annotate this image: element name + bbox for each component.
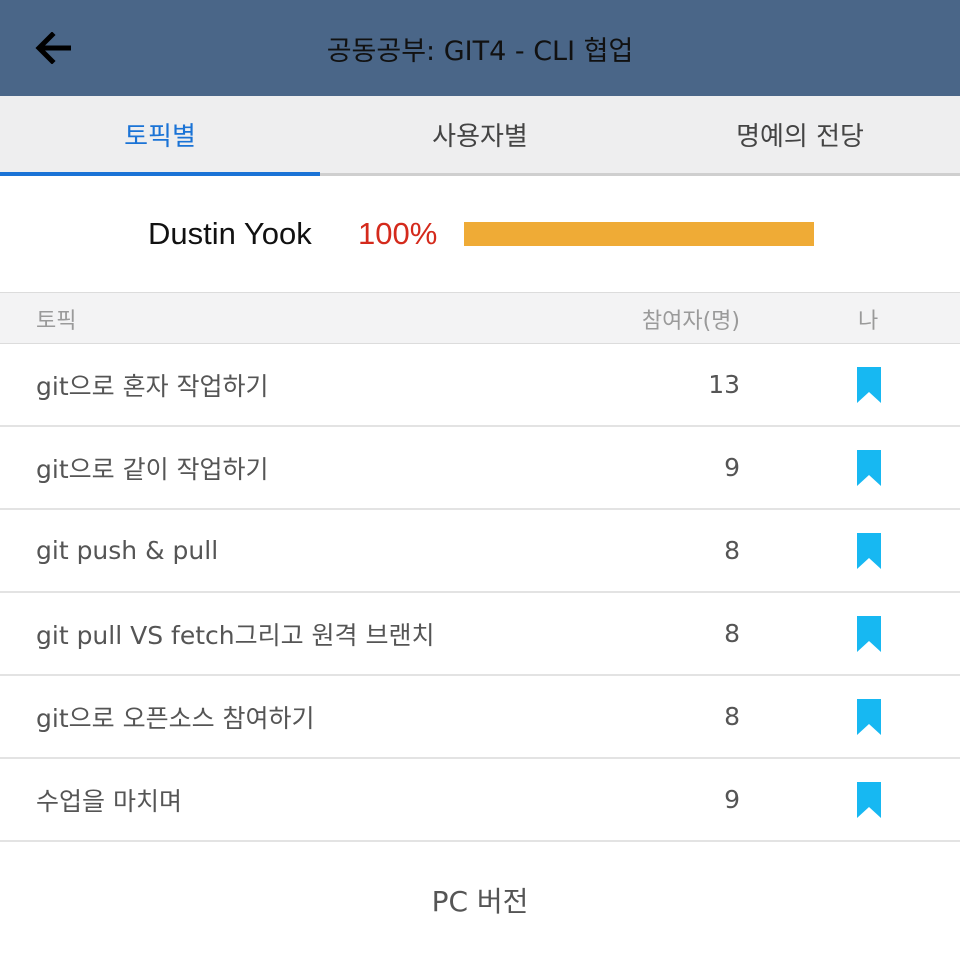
topic-table: 토픽 참여자(명) 나 git으로 혼자 작업하기 13 git으로 같이 작업하기… xyxy=(0,292,960,842)
bookmark-icon[interactable] xyxy=(856,427,882,508)
back-button[interactable] xyxy=(26,22,82,74)
table-row[interactable]: 수업을 마치며 9 xyxy=(0,759,960,842)
topic-name: git pull VS fetch그리고 원격 브랜치 xyxy=(36,620,435,650)
progress-percent: 100% xyxy=(358,216,438,251)
column-header-topic: 토픽 xyxy=(36,309,77,334)
participant-count: 8 xyxy=(724,702,740,731)
bookmark-icon[interactable] xyxy=(856,344,882,425)
user-name: Dustin Yook xyxy=(148,216,312,251)
topic-name: git으로 같이 작업하기 xyxy=(36,454,269,484)
app-bar: 공동공부: GIT4 - CLI 협업 xyxy=(0,0,960,96)
table-row[interactable]: git으로 오픈소스 참여하기 8 xyxy=(0,676,960,759)
participant-count: 8 xyxy=(724,536,740,565)
bookmark-icon[interactable] xyxy=(856,759,882,840)
table-row[interactable]: git으로 혼자 작업하기 13 xyxy=(0,344,960,427)
page-title: 공동공부: GIT4 - CLI 협업 xyxy=(326,35,634,67)
participant-count: 9 xyxy=(724,453,740,482)
topic-name: git push & pull xyxy=(36,536,219,565)
column-header-participants: 참여자(명) xyxy=(641,309,740,334)
participant-count: 9 xyxy=(724,785,740,814)
table-header: 토픽 참여자(명) 나 xyxy=(0,292,960,344)
participant-count: 13 xyxy=(708,370,740,399)
column-header-me: 나 xyxy=(858,309,879,334)
progress-bar xyxy=(464,222,814,246)
table-row[interactable]: git pull VS fetch그리고 원격 브랜치 8 xyxy=(0,593,960,676)
topic-name: 수업을 마치며 xyxy=(36,786,182,816)
tab-hall-of-fame[interactable]: 명예의 전당 xyxy=(640,96,960,173)
topic-name: git으로 오픈소스 참여하기 xyxy=(36,703,315,733)
table-row[interactable]: git push & pull 8 xyxy=(0,510,960,593)
table-row[interactable]: git으로 같이 작업하기 9 xyxy=(0,427,960,510)
bookmark-icon[interactable] xyxy=(856,593,882,674)
bookmark-icon[interactable] xyxy=(856,676,882,757)
participant-count: 8 xyxy=(724,619,740,648)
tab-bar: 토픽별 사용자별 명예의 전당 xyxy=(0,96,960,176)
pc-version-link[interactable]: PC 버전 xyxy=(0,872,960,928)
progress-bar-fill xyxy=(464,222,814,246)
tab-by-user[interactable]: 사용자별 xyxy=(320,96,640,173)
user-progress: Dustin Yook 100% xyxy=(0,176,960,292)
tab-by-topic[interactable]: 토픽별 xyxy=(0,96,320,176)
bookmark-icon[interactable] xyxy=(856,510,882,591)
arrow-left-icon xyxy=(35,32,71,64)
topic-name: git으로 혼자 작업하기 xyxy=(36,371,269,401)
